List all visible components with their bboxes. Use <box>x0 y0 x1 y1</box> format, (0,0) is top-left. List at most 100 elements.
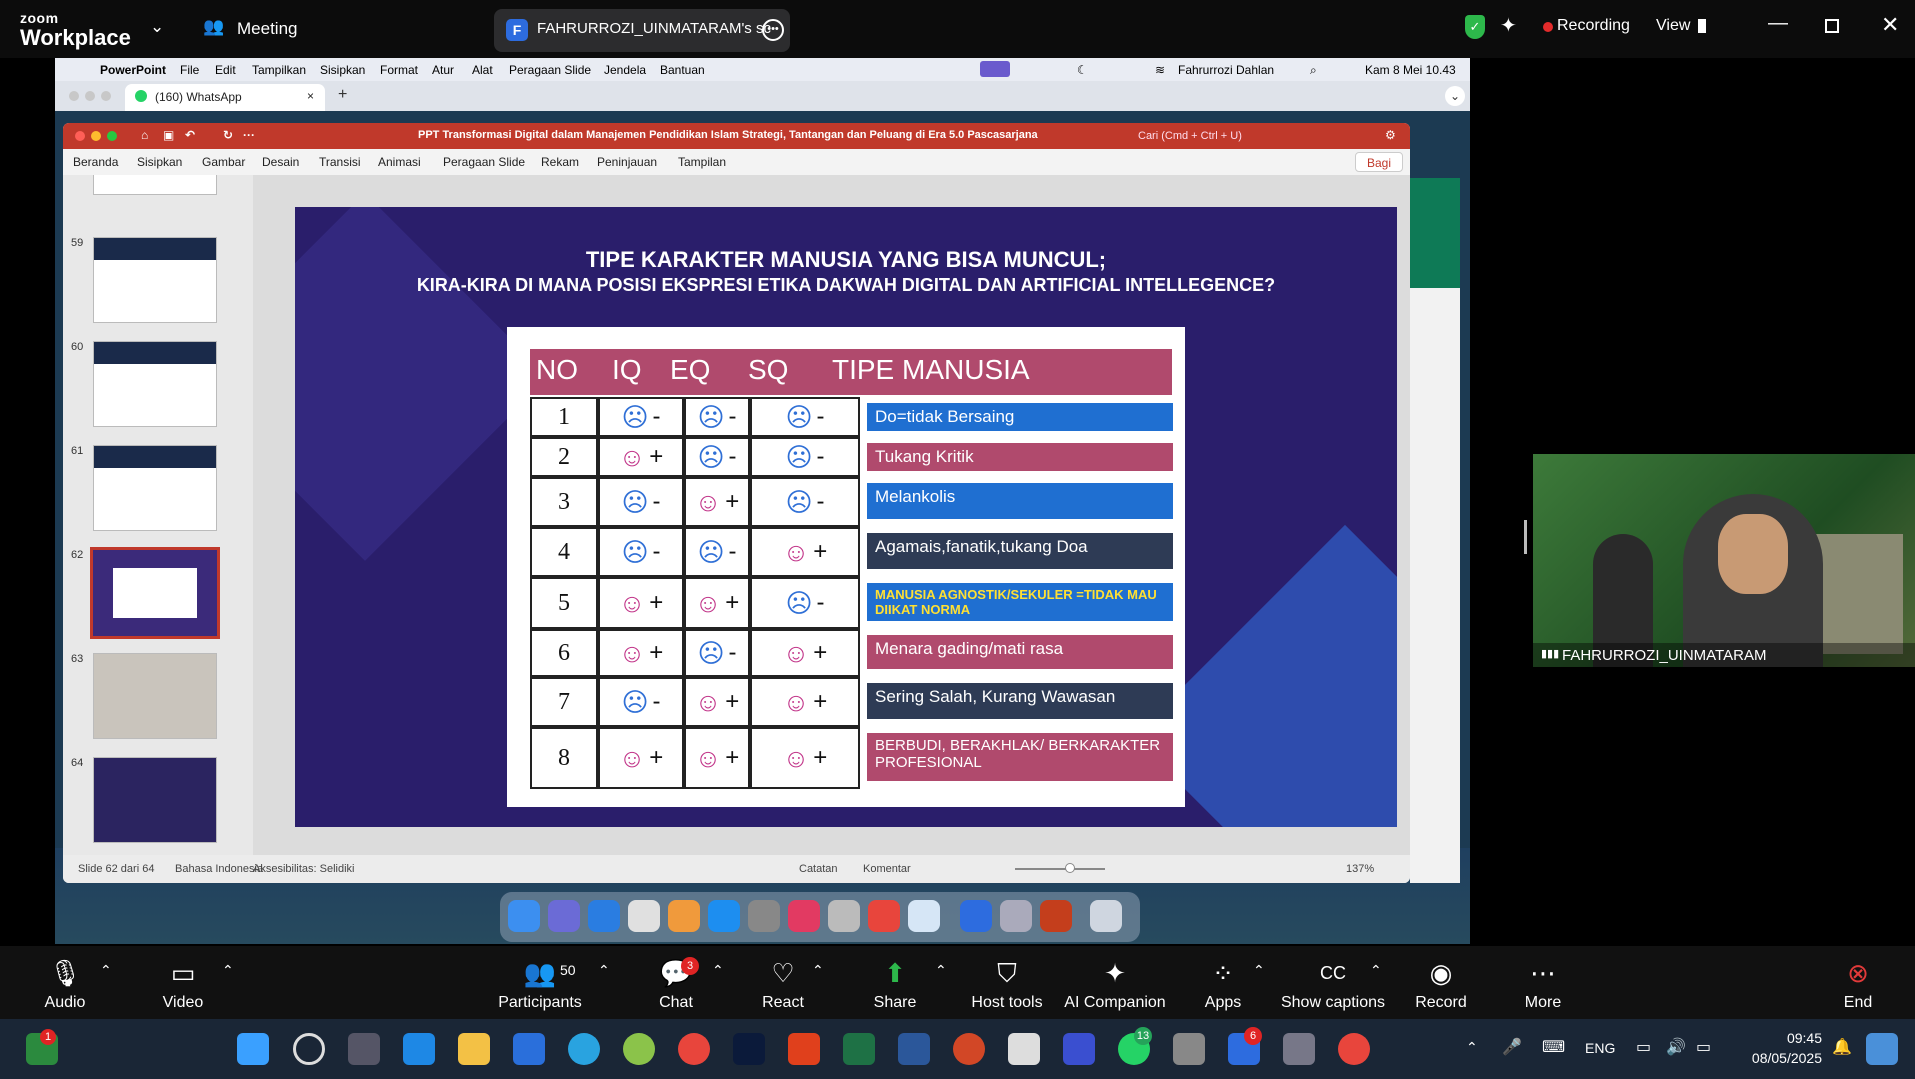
chevron-up-icon[interactable]: ⌃ <box>598 962 610 979</box>
excel-icon[interactable] <box>843 1033 875 1065</box>
participant-video[interactable]: ▮▮▮ FAHRURROZI_UINMATARAM <box>1533 454 1915 667</box>
trash-icon[interactable] <box>1090 900 1122 932</box>
mail-icon[interactable] <box>403 1033 435 1065</box>
chrome-tab[interactable]: (160) WhatsApp × <box>125 84 325 111</box>
menu-item[interactable]: Tampilkan <box>252 63 306 77</box>
share-screen-button[interactable]: ⬆ Share <box>860 946 930 1019</box>
chevron-up-icon[interactable]: ⌃ <box>935 962 947 979</box>
powerpoint-icon[interactable] <box>1040 900 1072 932</box>
file-explorer-icon[interactable] <box>458 1033 490 1065</box>
app-icon[interactable] <box>788 1033 820 1065</box>
search-icon[interactable]: ⌕ <box>1310 63 1317 78</box>
preview-icon[interactable] <box>1000 900 1032 932</box>
tab-close-icon[interactable]: × <box>307 89 314 103</box>
zoom-slider-handle[interactable] <box>1065 863 1075 873</box>
status-accessibility[interactable]: Aksesibilitas: Selidiki <box>253 863 354 875</box>
recording-label[interactable]: Recording <box>1557 17 1630 35</box>
task-view-icon[interactable] <box>348 1033 380 1065</box>
chat-button[interactable]: 💬 Chat <box>640 946 712 1019</box>
menu-item[interactable]: Bantuan <box>660 63 705 77</box>
whatsapp-icon[interactable] <box>828 900 860 932</box>
slide-thumbnail-selected[interactable] <box>90 547 220 639</box>
powerpoint-icon[interactable] <box>953 1033 985 1065</box>
chrome-icon[interactable] <box>1338 1033 1370 1065</box>
status-notes[interactable]: Catatan <box>799 863 838 875</box>
zoom-icon[interactable] <box>960 900 992 932</box>
resize-handle[interactable] <box>1524 520 1527 554</box>
settings-icon[interactable] <box>748 900 780 932</box>
app-store-icon[interactable] <box>708 900 740 932</box>
tab-tampilan[interactable]: Tampilan <box>678 155 726 169</box>
ai-companion-button[interactable]: ✦ AI Companion <box>1060 946 1170 1019</box>
tab-gambar[interactable]: Gambar <box>202 155 245 169</box>
settings-icon[interactable]: ⚙ <box>1385 128 1396 142</box>
slide-thumbnail[interactable] <box>93 445 217 531</box>
undo-icon[interactable]: ↶ <box>185 128 195 142</box>
save-icon[interactable]: ▣ <box>163 128 174 142</box>
menu-item[interactable]: File <box>180 63 199 77</box>
app-icon[interactable] <box>1173 1033 1205 1065</box>
ppt-search-input[interactable]: Cari (Cmd + Ctrl + U) <box>1138 130 1242 142</box>
video-button[interactable]: ▭ Video <box>148 946 218 1019</box>
more-options-icon[interactable]: ••• <box>762 19 784 41</box>
menu-item[interactable]: Edit <box>215 63 236 77</box>
battery-icon[interactable]: ▭ <box>1696 1037 1711 1057</box>
settings-icon[interactable] <box>1283 1033 1315 1065</box>
chrome-icon[interactable] <box>678 1033 710 1065</box>
search-icon[interactable] <box>293 1033 325 1065</box>
window-close-dot[interactable] <box>69 91 79 101</box>
apps-button[interactable]: ⁘ Apps <box>1190 946 1256 1019</box>
new-tab-button[interactable]: + <box>338 86 347 104</box>
more-icon[interactable]: ··· <box>243 128 255 142</box>
window-minimize-dot[interactable] <box>91 131 101 141</box>
notification-icon[interactable]: 🔔 <box>1832 1037 1852 1057</box>
maps-icon[interactable] <box>628 900 660 932</box>
window-zoom-dot[interactable] <box>107 131 117 141</box>
launchpad-icon[interactable] <box>548 900 580 932</box>
freeform-icon[interactable] <box>908 900 940 932</box>
app-icon[interactable] <box>623 1033 655 1065</box>
react-button[interactable]: ♡ React <box>748 946 818 1019</box>
minimize-icon[interactable]: — <box>1768 12 1788 35</box>
moon-icon[interactable]: ☾ <box>1077 63 1088 77</box>
screen-share-icon[interactable] <box>980 61 1010 77</box>
chevron-up-icon[interactable]: ⌃ <box>1466 1039 1478 1056</box>
wifi-icon[interactable]: ≋ <box>1155 63 1165 77</box>
window-close-dot[interactable] <box>75 131 85 141</box>
menu-item[interactable]: Atur <box>432 63 454 77</box>
status-comments[interactable]: Komentar <box>863 863 911 875</box>
chevron-up-icon[interactable]: ⌃ <box>1370 962 1382 979</box>
language-indicator[interactable]: ENG <box>1585 1040 1615 1056</box>
chrome-icon[interactable] <box>868 900 900 932</box>
menu-item[interactable]: Format <box>380 63 418 77</box>
close-icon[interactable]: ✕ <box>1881 12 1899 38</box>
status-language[interactable]: Bahasa Indonesia <box>175 863 263 875</box>
end-button[interactable]: ⊗ End <box>1825 946 1891 1019</box>
photoshop-icon[interactable] <box>733 1033 765 1065</box>
clock-time[interactable]: 09:45 <box>1752 1030 1822 1046</box>
meeting-label[interactable]: Meeting <box>237 19 297 39</box>
restore-icon[interactable] <box>1825 19 1839 33</box>
slide-thumbnail[interactable] <box>93 175 217 195</box>
audio-button[interactable]: 🎙 Audio <box>30 946 100 1019</box>
tab-peninjauan[interactable]: Peninjauan <box>597 155 657 169</box>
app-icon[interactable] <box>1008 1033 1040 1065</box>
app-icon[interactable] <box>788 900 820 932</box>
tab-beranda[interactable]: Beranda <box>73 155 118 169</box>
menu-item[interactable]: Alat <box>472 63 493 77</box>
chevron-down-icon[interactable]: ⌄ <box>150 17 164 37</box>
menu-app[interactable]: PowerPoint <box>100 63 166 77</box>
clock-date[interactable]: 08/05/2025 <box>1732 1050 1822 1066</box>
shield-icon[interactable]: ✓ <box>1465 15 1485 39</box>
menu-datetime[interactable]: Kam 8 Mei 10.43 <box>1365 63 1456 77</box>
copilot-icon[interactable] <box>1866 1033 1898 1065</box>
photos-icon[interactable] <box>668 900 700 932</box>
menu-item[interactable]: Jendela <box>604 63 646 77</box>
participants-button[interactable]: 👥 Participants <box>490 946 590 1019</box>
slide-thumbnail[interactable] <box>93 237 217 323</box>
window-zoom-dot[interactable] <box>101 91 111 101</box>
menu-item[interactable]: Peragaan Slide <box>509 63 591 77</box>
view-layout-icon[interactable] <box>1698 19 1706 33</box>
tab-sisipkan[interactable]: Sisipkan <box>137 155 182 169</box>
record-button[interactable]: ◉ Record <box>1408 946 1474 1019</box>
